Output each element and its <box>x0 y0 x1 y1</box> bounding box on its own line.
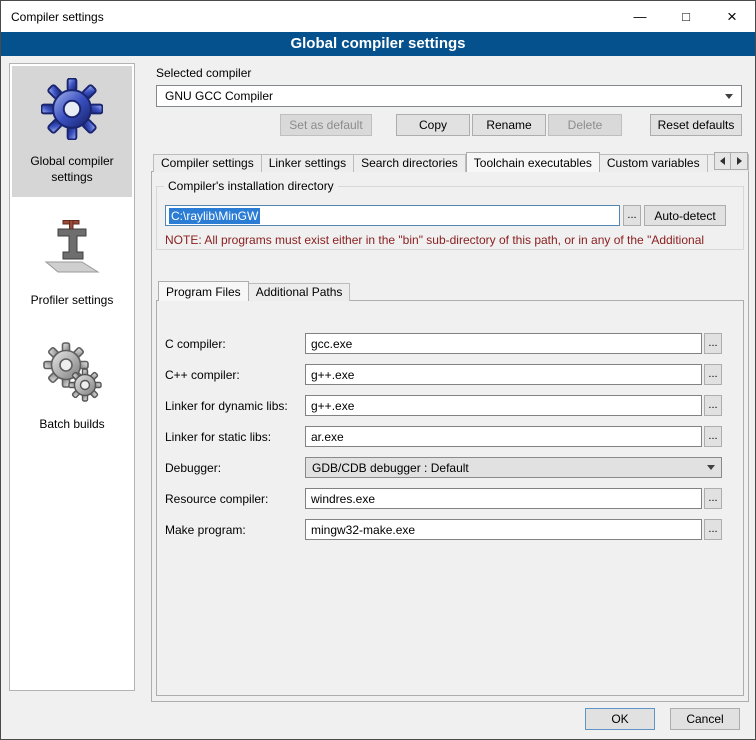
browse-button[interactable]: ... <box>704 333 722 354</box>
browse-button[interactable]: ... <box>704 488 722 509</box>
close-icon: × <box>727 8 737 25</box>
settings-tab-strip: Compiler settings Linker settings Search… <box>151 151 749 172</box>
close-button[interactable]: × <box>709 1 755 32</box>
static-linker-input[interactable] <box>305 426 702 447</box>
tab-toolchain-executables[interactable]: Toolchain executables <box>466 152 600 172</box>
install-dir-row: C:\raylib\MinGW ... Auto-detect <box>165 205 735 226</box>
field-label: Linker for dynamic libs: <box>165 399 305 413</box>
dialog-footer: OK Cancel <box>585 708 740 730</box>
make-program-input[interactable] <box>305 519 702 540</box>
minimize-icon: — <box>634 9 647 24</box>
tab-scroll-right-button[interactable] <box>731 152 748 170</box>
field-row-static-linker: Linker for static libs: ... <box>165 426 722 447</box>
install-dir-value: C:\raylib\MinGW <box>169 208 260 224</box>
field-label: Debugger: <box>165 461 305 475</box>
rename-button[interactable]: Rename <box>472 114 546 136</box>
copy-button[interactable]: Copy <box>396 114 470 136</box>
cpp-compiler-input[interactable] <box>305 364 702 385</box>
tab-scroll-buttons <box>714 152 748 170</box>
sidebar-item-profiler-settings[interactable]: Profiler settings <box>12 205 132 321</box>
delete-button: Delete <box>548 114 622 136</box>
installation-directory-group: Compiler's installation directory C:\ray… <box>156 186 744 250</box>
gear-blue-icon <box>14 74 130 144</box>
window-title: Compiler settings <box>11 10 104 24</box>
gears-gray-icon <box>14 337 130 407</box>
toolchain-executables-page: Compiler's installation directory C:\ray… <box>151 171 749 702</box>
c-compiler-input[interactable] <box>305 333 702 354</box>
compiler-actions: Set as default Copy Rename Delete Reset … <box>156 114 742 136</box>
compiler-select[interactable]: GNU GCC Compiler <box>156 85 742 107</box>
tab-linker-settings[interactable]: Linker settings <box>262 154 354 172</box>
page-title: Global compiler settings <box>1 32 755 56</box>
install-dir-browse-button[interactable]: ... <box>623 205 641 226</box>
sidebar-item-label: Batch builds <box>14 417 130 433</box>
field-row-debugger: Debugger: GDB/CDB debugger : Default <box>165 457 722 478</box>
tab-program-files[interactable]: Program Files <box>158 281 249 301</box>
maximize-icon: □ <box>682 9 690 24</box>
group-title: Compiler's installation directory <box>164 179 338 193</box>
ok-button[interactable]: OK <box>585 708 655 730</box>
sidebar-item-label: Global compiler settings <box>14 154 130 185</box>
selected-compiler-label: Selected compiler <box>156 66 251 80</box>
field-label: Make program: <box>165 523 305 537</box>
settings-notebook: Compiler settings Linker settings Search… <box>151 151 749 702</box>
set-as-default-button: Set as default <box>280 114 372 136</box>
field-row-dynamic-linker: Linker for dynamic libs: ... <box>165 395 722 416</box>
field-label: Resource compiler: <box>165 492 305 506</box>
install-dir-input[interactable]: C:\raylib\MinGW <box>165 205 620 226</box>
caption-buttons: — □ × <box>617 1 755 32</box>
auto-detect-button[interactable]: Auto-detect <box>644 205 726 226</box>
browse-button[interactable]: ... <box>704 426 722 447</box>
reset-defaults-button[interactable]: Reset defaults <box>650 114 742 136</box>
arrow-left-icon <box>720 157 725 165</box>
debugger-select-value: GDB/CDB debugger : Default <box>312 461 469 475</box>
profiler-clamp-icon <box>14 213 130 283</box>
bin-subdirectory-note: NOTE: All programs must exist either in … <box>165 233 741 247</box>
tab-compiler-settings[interactable]: Compiler settings <box>153 154 262 172</box>
field-row-make-program: Make program: ... <box>165 519 722 540</box>
titlebar: Compiler settings — □ × <box>1 1 755 32</box>
browse-button[interactable]: ... <box>704 519 722 540</box>
sidebar-item-label: Profiler settings <box>14 293 130 309</box>
tab-scroll-left-button[interactable] <box>714 152 731 170</box>
field-row-c-compiler: C compiler: ... <box>165 333 722 354</box>
chevron-down-icon <box>725 94 733 99</box>
field-row-resource-compiler: Resource compiler: ... <box>165 488 722 509</box>
browse-button[interactable]: ... <box>704 364 722 385</box>
tab-additional-paths[interactable]: Additional Paths <box>249 283 351 301</box>
field-row-cpp-compiler: C++ compiler: ... <box>165 364 722 385</box>
sidebar-item-global-compiler-settings[interactable]: Global compiler settings <box>12 66 132 197</box>
field-label: C++ compiler: <box>165 368 305 382</box>
tab-custom-variables[interactable]: Custom variables <box>600 154 708 172</box>
dynamic-linker-input[interactable] <box>305 395 702 416</box>
sidebar-item-batch-builds[interactable]: Batch builds <box>12 329 132 445</box>
arrow-right-icon <box>737 157 742 165</box>
settings-sidebar: Global compiler settings Profiler settin… <box>9 63 135 691</box>
field-label: C compiler: <box>165 337 305 351</box>
cancel-button[interactable]: Cancel <box>670 708 740 730</box>
program-files-page: C compiler: ... C++ compiler: ... Linker… <box>156 300 744 696</box>
debugger-select[interactable]: GDB/CDB debugger : Default <box>305 457 722 478</box>
programs-tab-strip: Program Files Additional Paths <box>156 280 744 301</box>
chevron-down-icon <box>707 465 715 470</box>
programs-notebook: Program Files Additional Paths C compile… <box>156 280 744 696</box>
browse-button[interactable]: ... <box>704 395 722 416</box>
tab-search-directories[interactable]: Search directories <box>354 154 466 172</box>
resource-compiler-input[interactable] <box>305 488 702 509</box>
maximize-button[interactable]: □ <box>663 1 709 32</box>
minimize-button[interactable]: — <box>617 1 663 32</box>
compiler-select-value: GNU GCC Compiler <box>165 89 273 103</box>
compiler-settings-dialog: Compiler settings — □ × Global compiler … <box>0 0 756 740</box>
field-label: Linker for static libs: <box>165 430 305 444</box>
toolchain-fields: C compiler: ... C++ compiler: ... Linker… <box>157 321 743 550</box>
